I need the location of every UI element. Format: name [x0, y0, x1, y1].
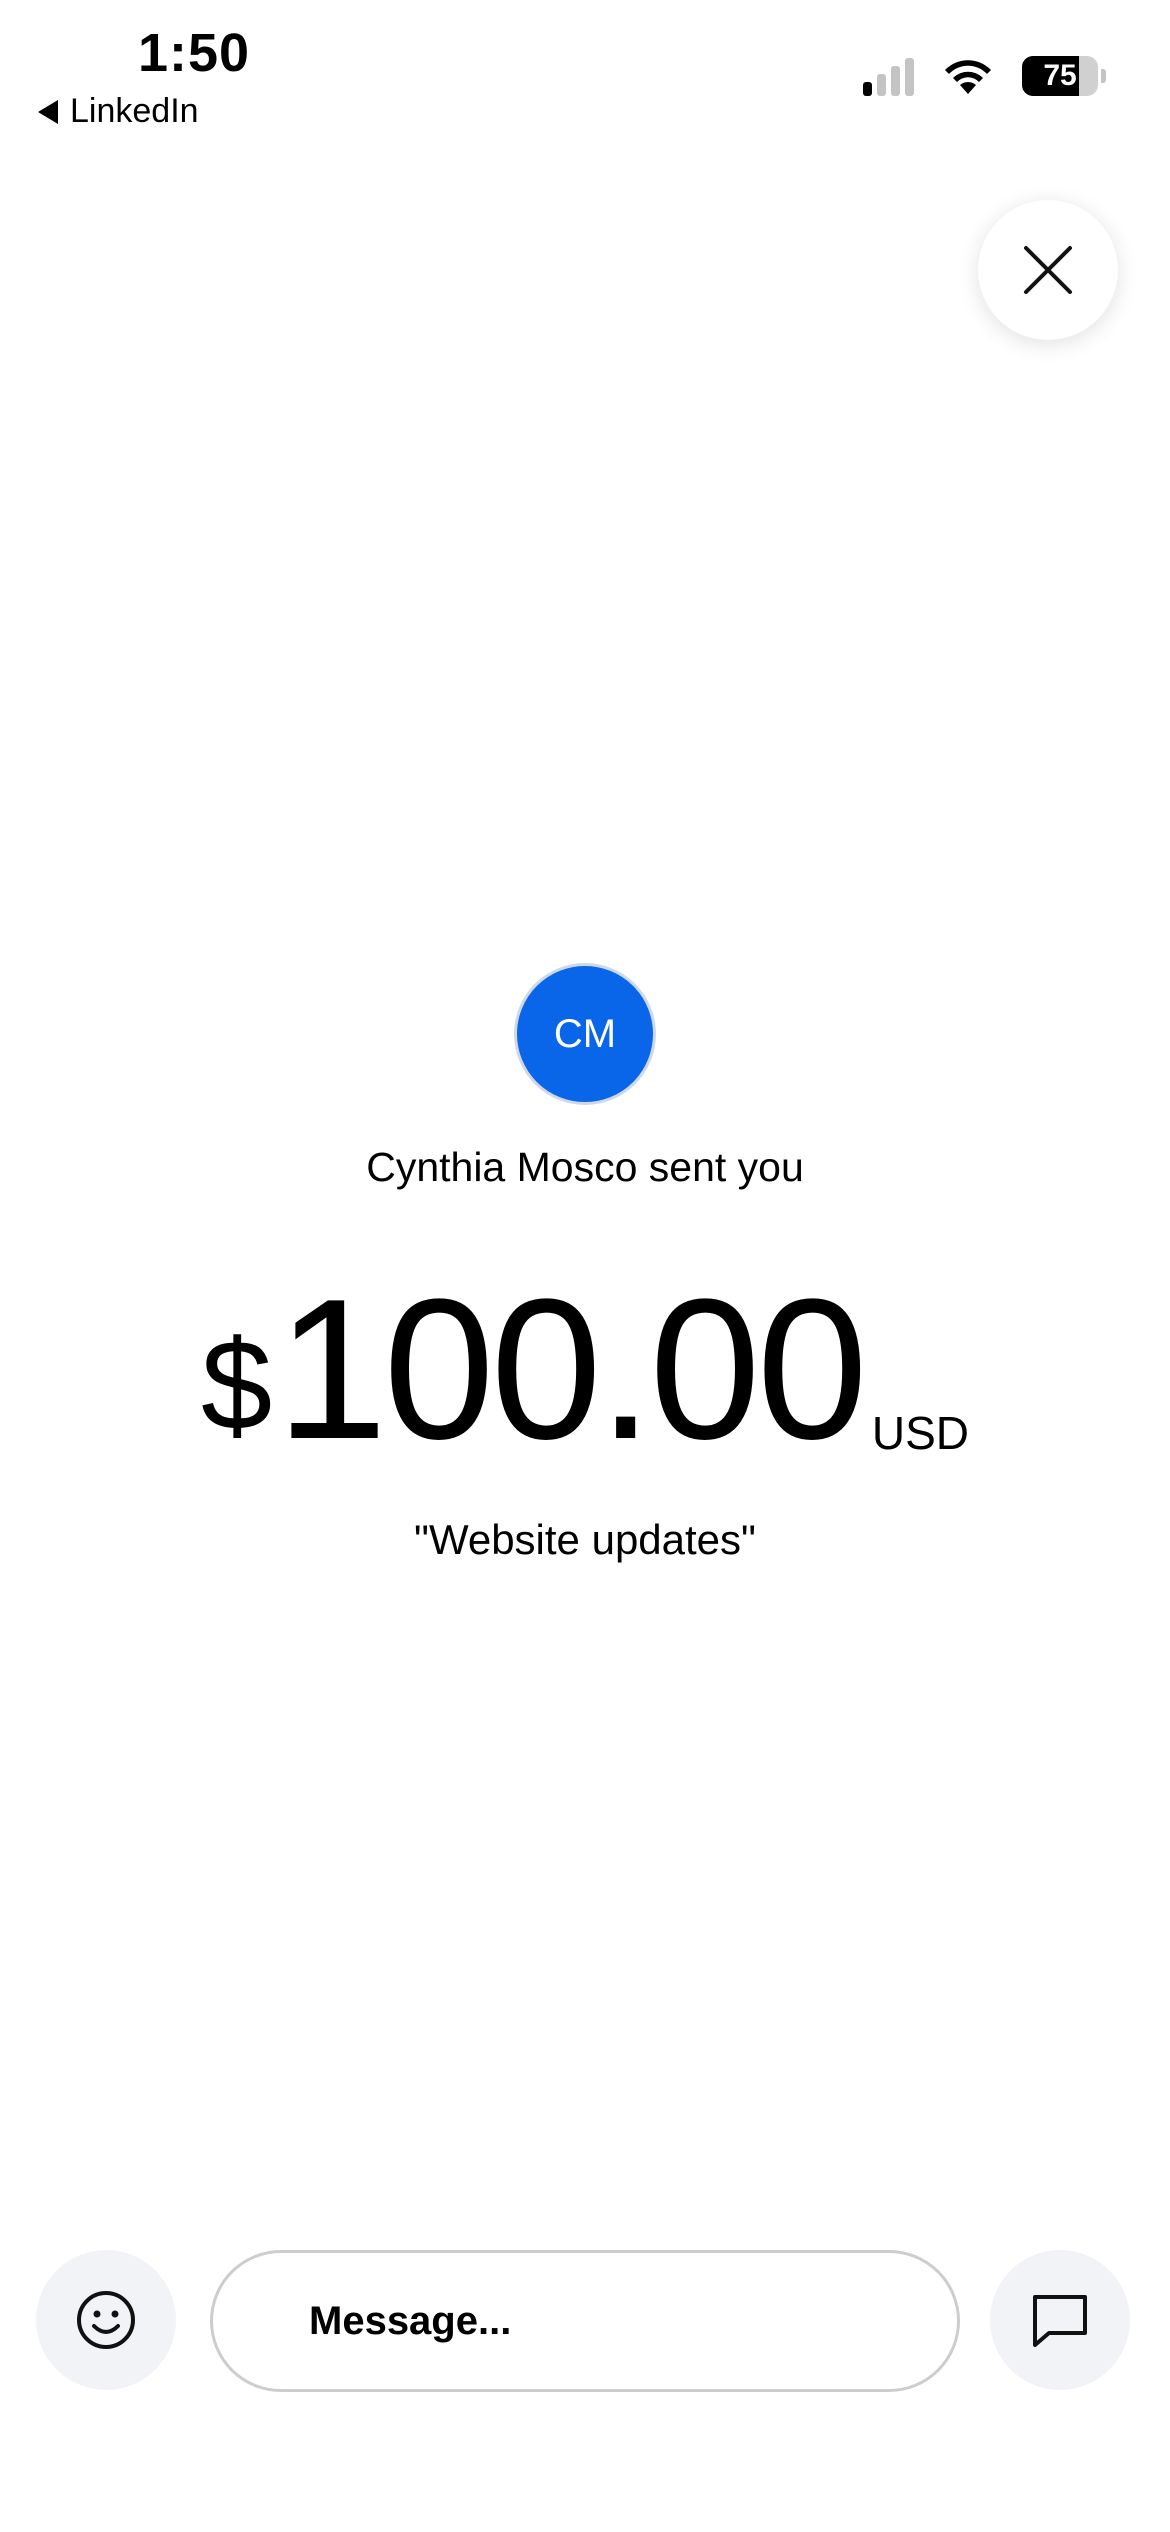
message-input[interactable]	[210, 2250, 960, 2392]
chat-bubble-icon	[1033, 2295, 1087, 2347]
status-icons: 75	[863, 56, 1106, 96]
emoji-button[interactable]	[36, 2250, 176, 2390]
smiley-icon	[77, 2291, 135, 2349]
wifi-icon	[945, 60, 991, 94]
battery-icon: 75	[1022, 56, 1106, 96]
payment-received-screen: 1:50 LinkedIn 75 CM Cynthia Mosco sent y…	[0, 0, 1170, 2532]
sender-text: Cynthia Mosco sent you	[366, 1144, 804, 1190]
status-time: 1:50	[138, 23, 251, 83]
amount-value: 100.00	[276, 1258, 868, 1481]
back-arrow-icon	[38, 99, 58, 124]
back-link-label: LinkedIn	[70, 92, 199, 130]
payment-memo: "Website updates"	[414, 1516, 756, 1563]
close-button[interactable]	[978, 200, 1118, 340]
currency-code: USD	[871, 1407, 970, 1459]
back-to-linkedin-link[interactable]: LinkedIn	[38, 92, 199, 131]
sender-avatar: CM	[514, 963, 656, 1105]
signal-icon	[863, 56, 914, 96]
battery-level: 75	[1043, 59, 1077, 92]
close-icon	[1024, 246, 1072, 294]
currency-symbol: $	[200, 1314, 273, 1457]
payment-amount: $ 100.00 USD	[0, 1270, 1170, 1470]
send-message-button[interactable]	[990, 2250, 1130, 2390]
